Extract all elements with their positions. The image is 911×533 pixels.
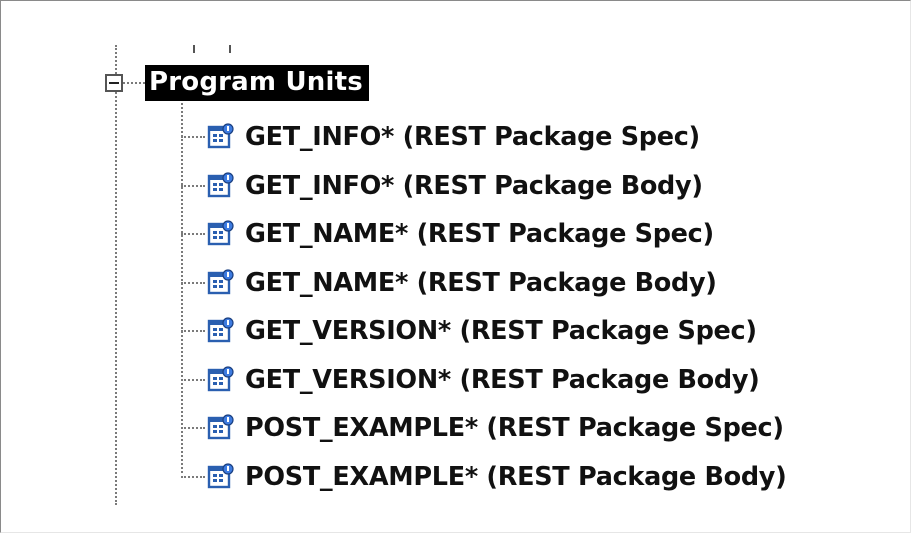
package-unit-icon — [207, 366, 235, 394]
package-unit-icon — [207, 317, 235, 345]
tree-item-label: GET_VERSION* (REST Package Body) — [245, 364, 760, 395]
tree-connector — [181, 427, 205, 430]
tree-item[interactable]: POST_EXAMPLE* (REST Package Body) — [181, 453, 787, 502]
tree-connector — [181, 475, 205, 478]
tree-item-label: POST_EXAMPLE* (REST Package Body) — [245, 461, 787, 492]
tree-item[interactable]: POST_EXAMPLE* (REST Package Spec) — [181, 404, 787, 453]
tree-item-label: GET_NAME* (REST Package Body) — [245, 267, 717, 298]
tree-item[interactable]: GET_VERSION* (REST Package Spec) — [181, 307, 787, 356]
tree-connector — [181, 378, 205, 381]
previous-node-fragment — [189, 45, 249, 55]
tree-item-label: GET_VERSION* (REST Package Spec) — [245, 316, 757, 347]
tree-item[interactable]: GET_NAME* (REST Package Spec) — [181, 210, 787, 259]
tree-item-label: POST_EXAMPLE* (REST Package Spec) — [245, 413, 784, 444]
package-unit-icon — [207, 269, 235, 297]
package-unit-icon — [207, 172, 235, 200]
tree-node-program-units[interactable]: Program Units — [105, 65, 369, 101]
tree-item-label: GET_NAME* (REST Package Spec) — [245, 219, 714, 250]
tree-node-label[interactable]: Program Units — [145, 65, 369, 101]
package-unit-icon — [207, 463, 235, 491]
tree-item[interactable]: GET_INFO* (REST Package Spec) — [181, 113, 787, 162]
collapse-minus-icon[interactable] — [105, 74, 123, 92]
tree-item[interactable]: GET_VERSION* (REST Package Body) — [181, 356, 787, 405]
tree-item-label: GET_INFO* (REST Package Body) — [245, 170, 703, 201]
package-unit-icon — [207, 220, 235, 248]
tree-item[interactable]: GET_INFO* (REST Package Body) — [181, 162, 787, 211]
tree-view-panel: Program Units GET_INFO* (REST Package Sp… — [0, 0, 911, 533]
tree-item-label: GET_INFO* (REST Package Spec) — [245, 122, 700, 153]
package-unit-icon — [207, 123, 235, 151]
package-unit-icon — [207, 414, 235, 442]
tree-connector — [181, 330, 205, 333]
tree-guide-line — [115, 45, 117, 505]
tree-connector — [181, 233, 205, 236]
tree-connector — [181, 184, 205, 187]
tree-connector — [123, 82, 145, 84]
tree-connector — [181, 136, 205, 139]
tree-connector — [181, 281, 205, 284]
tree-item[interactable]: GET_NAME* (REST Package Body) — [181, 259, 787, 308]
program-units-list: GET_INFO* (REST Package Spec) GET_INFO* … — [181, 113, 787, 501]
